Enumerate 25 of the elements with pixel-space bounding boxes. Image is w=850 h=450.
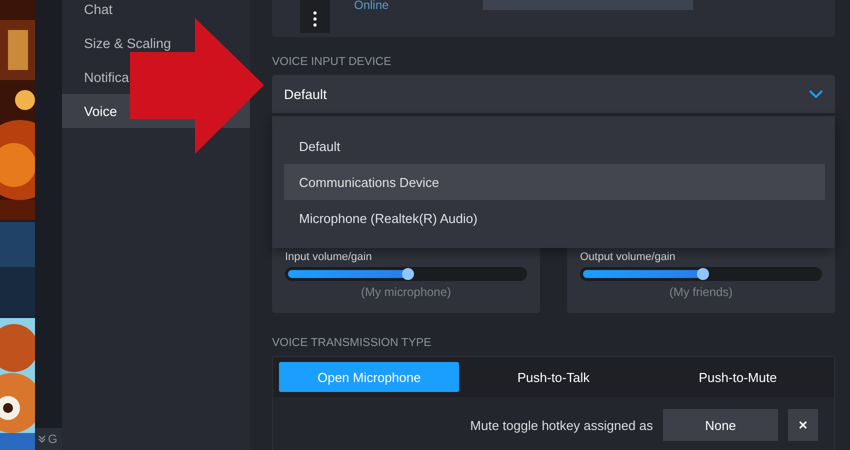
section-label: VOICE INPUT DEVICE [272, 56, 392, 68]
volume-slider[interactable] [580, 267, 822, 281]
mode-tab[interactable]: Push-to-Talk [463, 362, 644, 392]
volume-caption: (My friends) [668, 285, 734, 299]
dropdown-option[interactable]: Microphone (Realtek(R) Audio) [284, 200, 825, 236]
section-label: VOICE TRANSMISSION TYPE [272, 337, 432, 349]
footer-letter: G [48, 432, 58, 446]
volume-label: Input volume/gain [285, 251, 373, 264]
volume-slider[interactable] [285, 267, 527, 281]
mode-tab[interactable]: Push-to-Mute [648, 362, 828, 392]
dropdown-option[interactable]: Communications Device [284, 164, 825, 200]
sidebar-item[interactable]: Chat [62, 0, 113, 26]
chevron-icon [809, 90, 823, 98]
hotkey-button[interactable]: None [663, 409, 778, 441]
more-icon [313, 11, 317, 27]
volume-label: Output volume/gain [580, 251, 676, 264]
clear-button[interactable]: × [788, 409, 818, 441]
sidebar-item[interactable]: Size & Scaling [62, 26, 172, 60]
dropdown-option[interactable]: Default [284, 128, 825, 164]
hotkey-label: Mute toggle hotkey assigned as [470, 418, 653, 432]
device-dropdown[interactable]: Default [272, 75, 835, 113]
caret-icon [38, 435, 46, 443]
status-text: Online [354, 0, 389, 12]
sidebar-item[interactable]: Notifica [62, 60, 130, 94]
volume-caption: (My microphone) [360, 285, 452, 299]
